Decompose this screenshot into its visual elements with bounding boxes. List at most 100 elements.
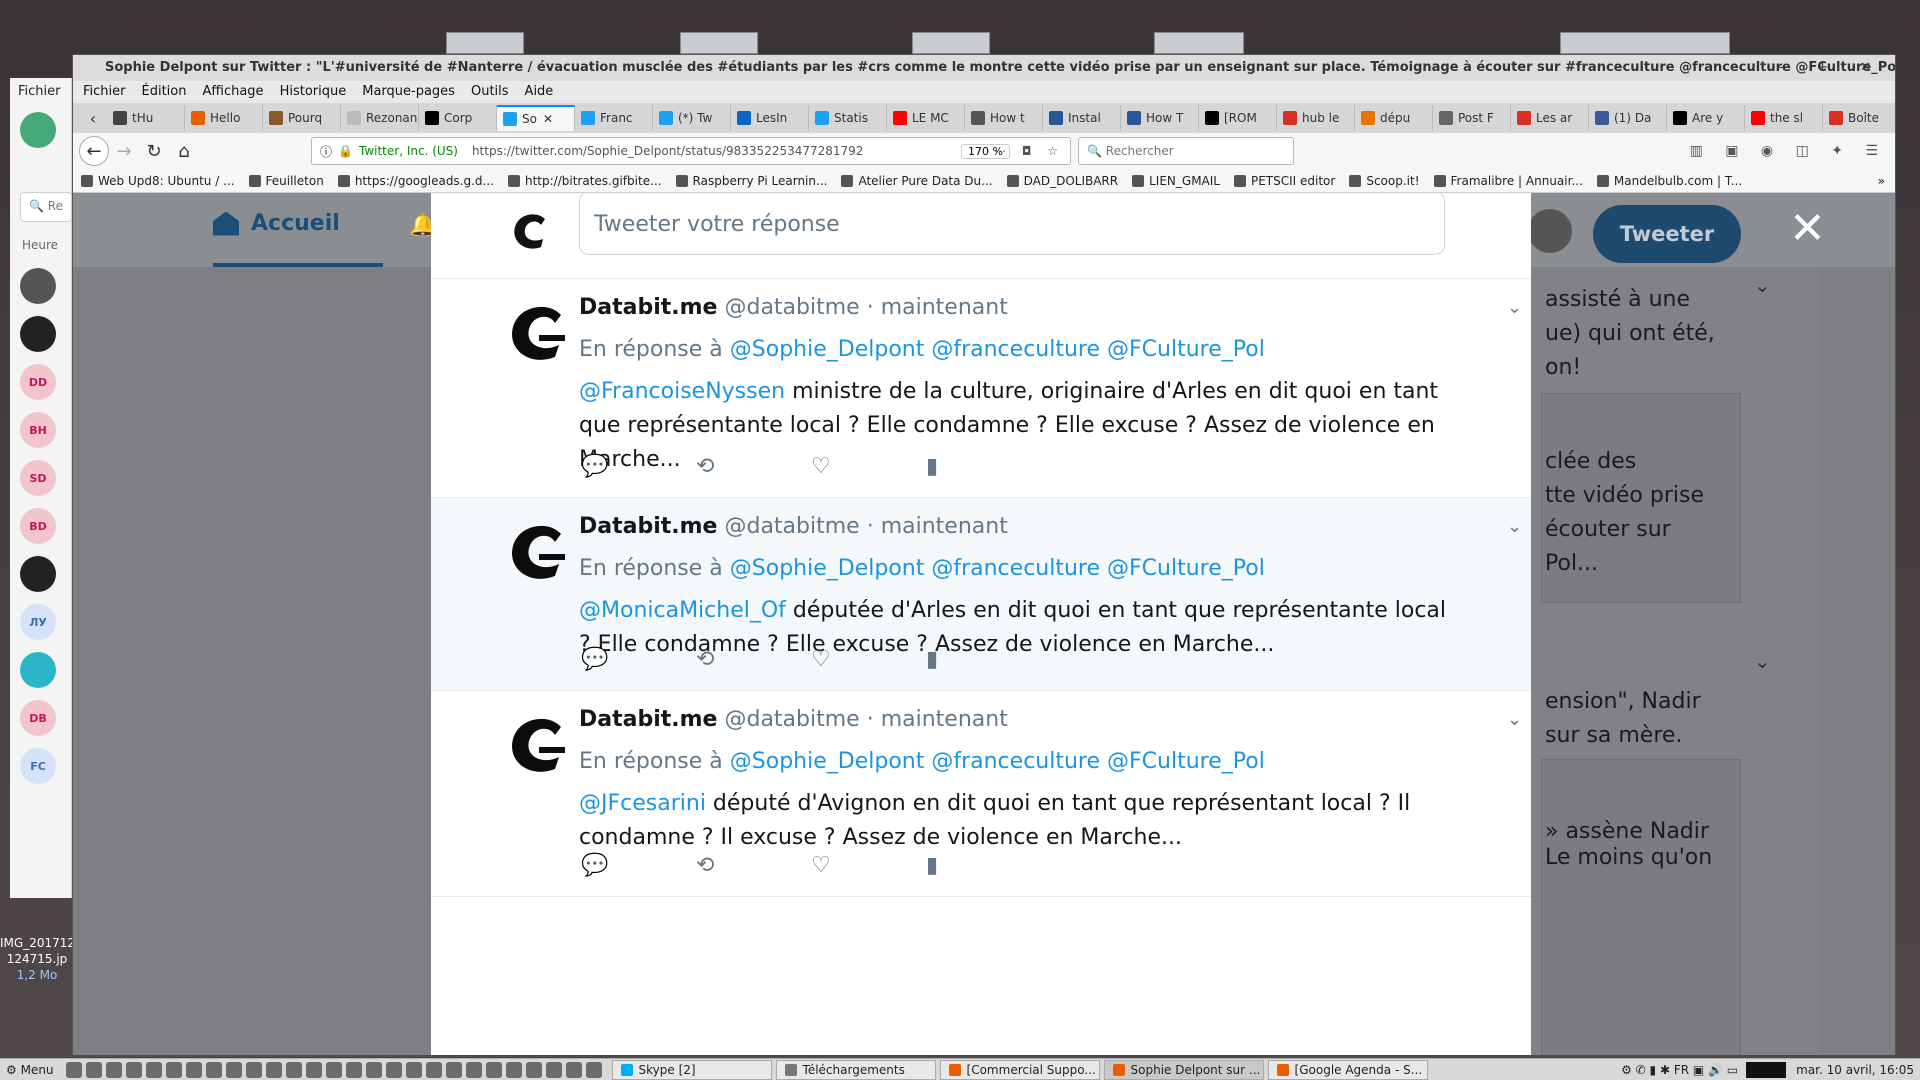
menu-item[interactable]: Affichage bbox=[202, 84, 263, 99]
keyboard-layout[interactable]: FR bbox=[1674, 1063, 1689, 1077]
tab[interactable]: LesIn bbox=[731, 105, 809, 131]
reply-to-mention[interactable]: @FCulture_Pol bbox=[1107, 556, 1265, 581]
skype-search-input[interactable]: 🔍 Re bbox=[20, 192, 72, 222]
taskbar-task[interactable]: Sophie Delpont sur ... bbox=[1103, 1059, 1264, 1080]
skype-contact-avatar[interactable]: BH bbox=[20, 412, 56, 448]
bookmark-item[interactable]: Web Upd8: Ubuntu / ... bbox=[81, 174, 235, 188]
taskbar-task[interactable]: Téléchargements bbox=[775, 1059, 936, 1080]
back-button[interactable]: ← bbox=[79, 136, 109, 166]
tweet-avatar[interactable] bbox=[503, 297, 575, 369]
bookmark-item[interactable]: Atelier Pure Data Du... bbox=[841, 174, 993, 188]
reply-to-mention[interactable]: @franceculture bbox=[931, 337, 1100, 362]
tweet-avatar[interactable] bbox=[503, 516, 575, 588]
like-heart-icon[interactable]: ♡ bbox=[811, 647, 926, 672]
tweet-timestamp[interactable]: maintenant bbox=[881, 707, 1008, 732]
nav-home-tab[interactable]: Accueil bbox=[213, 211, 340, 236]
tab[interactable]: Franc bbox=[575, 105, 653, 131]
url-actions-icons[interactable]: ⋯ ◘ ☆ bbox=[994, 144, 1064, 158]
like-heart-icon[interactable]: ♡ bbox=[811, 454, 926, 479]
bookmark-item[interactable]: Framalibre | Annuair... bbox=[1433, 174, 1583, 188]
bookmarks-overflow-icon[interactable]: » bbox=[1878, 174, 1885, 188]
bookmark-item[interactable]: Scoop.it! bbox=[1349, 174, 1420, 188]
forward-button[interactable]: → bbox=[109, 136, 139, 166]
tray-icons[interactable]: ⚙ ✆ ▮ ✱ bbox=[1621, 1063, 1670, 1077]
tab[interactable]: Hello bbox=[185, 105, 263, 131]
tweet-timestamp[interactable]: maintenant bbox=[881, 514, 1008, 539]
bookmark-item[interactable]: Mandelbulb.com | T... bbox=[1596, 174, 1742, 188]
menu-item[interactable]: Fichier bbox=[83, 84, 126, 99]
tab[interactable]: Les ar bbox=[1511, 105, 1589, 131]
tab[interactable]: Statis bbox=[809, 105, 887, 131]
analytics-icon[interactable]: ▮ bbox=[926, 647, 1041, 672]
tab[interactable]: tHu bbox=[107, 105, 185, 131]
skype-contact-avatar[interactable] bbox=[20, 316, 56, 352]
tweet-mention[interactable]: @FrancoiseNyssen bbox=[579, 379, 785, 404]
tab[interactable]: Boîte bbox=[1823, 105, 1895, 131]
skype-sort-label[interactable]: Heure bbox=[22, 238, 58, 252]
tab[interactable]: [ROM bbox=[1199, 105, 1277, 131]
tweet-timestamp[interactable]: maintenant bbox=[881, 295, 1008, 320]
tab[interactable]: Pourq bbox=[263, 105, 341, 131]
tab[interactable]: (*) Tw bbox=[653, 105, 731, 131]
skype-menu-fichier[interactable]: Fichier bbox=[10, 78, 71, 106]
reply-input[interactable]: Tweeter votre réponse bbox=[579, 193, 1445, 255]
tab[interactable]: (1) Da bbox=[1589, 105, 1667, 131]
reply-to-mention[interactable]: @Sophie_Delpont bbox=[730, 337, 925, 362]
taskbar-task[interactable]: [Google Agenda - S... bbox=[1267, 1059, 1428, 1080]
tab-close-icon[interactable]: ✕ bbox=[543, 112, 553, 126]
skype-profile-avatar[interactable] bbox=[20, 112, 56, 148]
start-menu-button[interactable]: ⚙ Menu bbox=[0, 1063, 64, 1077]
tweet-compose-button[interactable]: Tweeter bbox=[1593, 205, 1741, 263]
bookmark-item[interactable]: http://bitrates.gifbite... bbox=[508, 174, 662, 188]
bookmark-item[interactable]: LIEN_GMAIL bbox=[1132, 174, 1220, 188]
window-controls[interactable]: – + ✕ bbox=[1778, 55, 1885, 81]
tweet-menu-chevron-icon[interactable]: ⌄ bbox=[1507, 297, 1522, 318]
desktop-file[interactable]: IMG_201712 124715.jp 1,2 Mo bbox=[0, 935, 75, 983]
menu-item[interactable]: Aide bbox=[525, 84, 554, 99]
retweet-icon[interactable]: ⟲ bbox=[696, 454, 811, 479]
skype-contact-avatar[interactable]: DB bbox=[20, 700, 56, 736]
skype-contact-avatar[interactable] bbox=[20, 268, 56, 304]
profile-avatar[interactable] bbox=[1528, 209, 1572, 253]
reply-icon[interactable]: 💬 bbox=[581, 853, 696, 878]
url-bar[interactable]: ⓘ 🔒 Twitter, Inc. (US) https://twitter.c… bbox=[311, 137, 1071, 165]
taskbar-task[interactable]: Skype [2] bbox=[611, 1059, 772, 1080]
tweet-author-name[interactable]: Databit.me bbox=[579, 295, 717, 320]
tab[interactable]: hub le bbox=[1277, 105, 1355, 131]
tab[interactable]: Post F bbox=[1433, 105, 1511, 131]
skype-contact-avatar[interactable]: DD bbox=[20, 364, 56, 400]
analytics-icon[interactable]: ▮ bbox=[926, 853, 1041, 878]
skype-contact-avatar[interactable]: BD bbox=[20, 508, 56, 544]
skype-contact-avatar[interactable]: SD bbox=[20, 460, 56, 496]
tweet-author-handle[interactable]: @databitme bbox=[724, 514, 859, 539]
tab[interactable]: How T bbox=[1121, 105, 1199, 131]
bookmark-item[interactable]: DAD_DOLIBARR bbox=[1006, 174, 1118, 188]
menu-item[interactable]: Outils bbox=[471, 84, 509, 99]
tabs-scroll-left-icon[interactable]: ‹ bbox=[79, 109, 107, 128]
bookmark-item[interactable]: Feuilleton bbox=[248, 174, 324, 188]
reply-to-mention[interactable]: @Sophie_Delpont bbox=[730, 749, 925, 774]
toolbar-extension-icons[interactable]: ▥ ▣ ◉ ◫ ✦ ☰ bbox=[1690, 143, 1887, 159]
reload-button[interactable]: ↻ bbox=[139, 136, 169, 166]
bookmark-item[interactable]: PETSCII editor bbox=[1233, 174, 1335, 188]
info-icon[interactable]: ⓘ bbox=[320, 143, 332, 160]
tab[interactable]: Are y bbox=[1667, 105, 1745, 131]
home-button[interactable]: ⌂ bbox=[169, 136, 199, 166]
tweet-author-handle[interactable]: @databitme bbox=[724, 707, 859, 732]
search-bar[interactable]: 🔍 Rechercher bbox=[1078, 137, 1294, 165]
tab[interactable]: LE MC bbox=[887, 105, 965, 131]
taskbar-task[interactable]: [Commercial Suppo... bbox=[939, 1059, 1100, 1080]
tab[interactable]: dépu bbox=[1355, 105, 1433, 131]
reply-icon[interactable]: 💬 bbox=[581, 454, 696, 479]
clock[interactable]: mar. 10 avril, 16:05 bbox=[1796, 1063, 1914, 1077]
retweet-icon[interactable]: ⟲ bbox=[696, 647, 811, 672]
skype-contact-avatar[interactable] bbox=[20, 652, 56, 688]
bookmark-item[interactable]: Raspberry Pi Learnin... bbox=[675, 174, 827, 188]
skype-contact-avatar[interactable] bbox=[20, 556, 56, 592]
tweet-menu-chevron-icon[interactable]: ⌄ bbox=[1507, 709, 1522, 730]
tab[interactable]: Corp bbox=[419, 105, 497, 131]
tweet-mention[interactable]: @JFcesarini bbox=[579, 791, 706, 816]
tab[interactable]: the sl bbox=[1745, 105, 1823, 131]
like-heart-icon[interactable]: ♡ bbox=[811, 853, 926, 878]
tab-active[interactable]: So ✕ bbox=[497, 105, 575, 131]
